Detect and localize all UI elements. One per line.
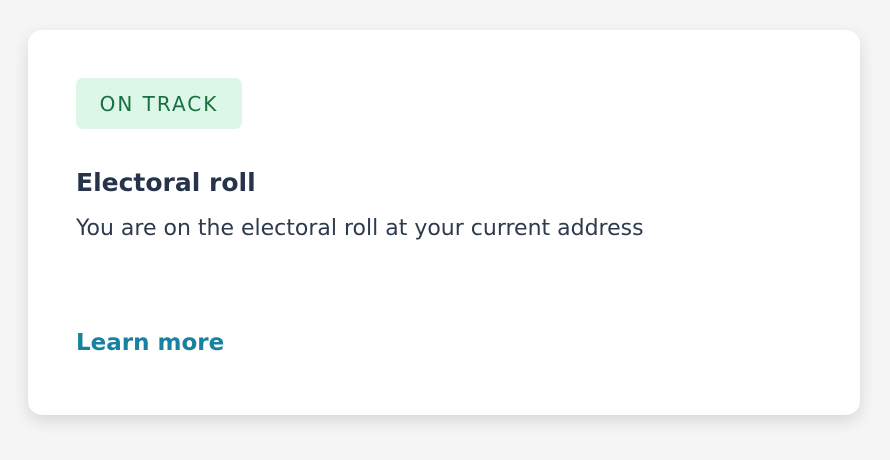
learn-more-link[interactable]: Learn more: [76, 330, 224, 356]
card-description: You are on the electoral roll at your cu…: [76, 216, 644, 241]
electoral-roll-card: ON TRACK Electoral roll You are on the e…: [28, 30, 860, 415]
status-badge: ON TRACK: [76, 78, 242, 129]
card-title: Electoral roll: [76, 168, 256, 197]
